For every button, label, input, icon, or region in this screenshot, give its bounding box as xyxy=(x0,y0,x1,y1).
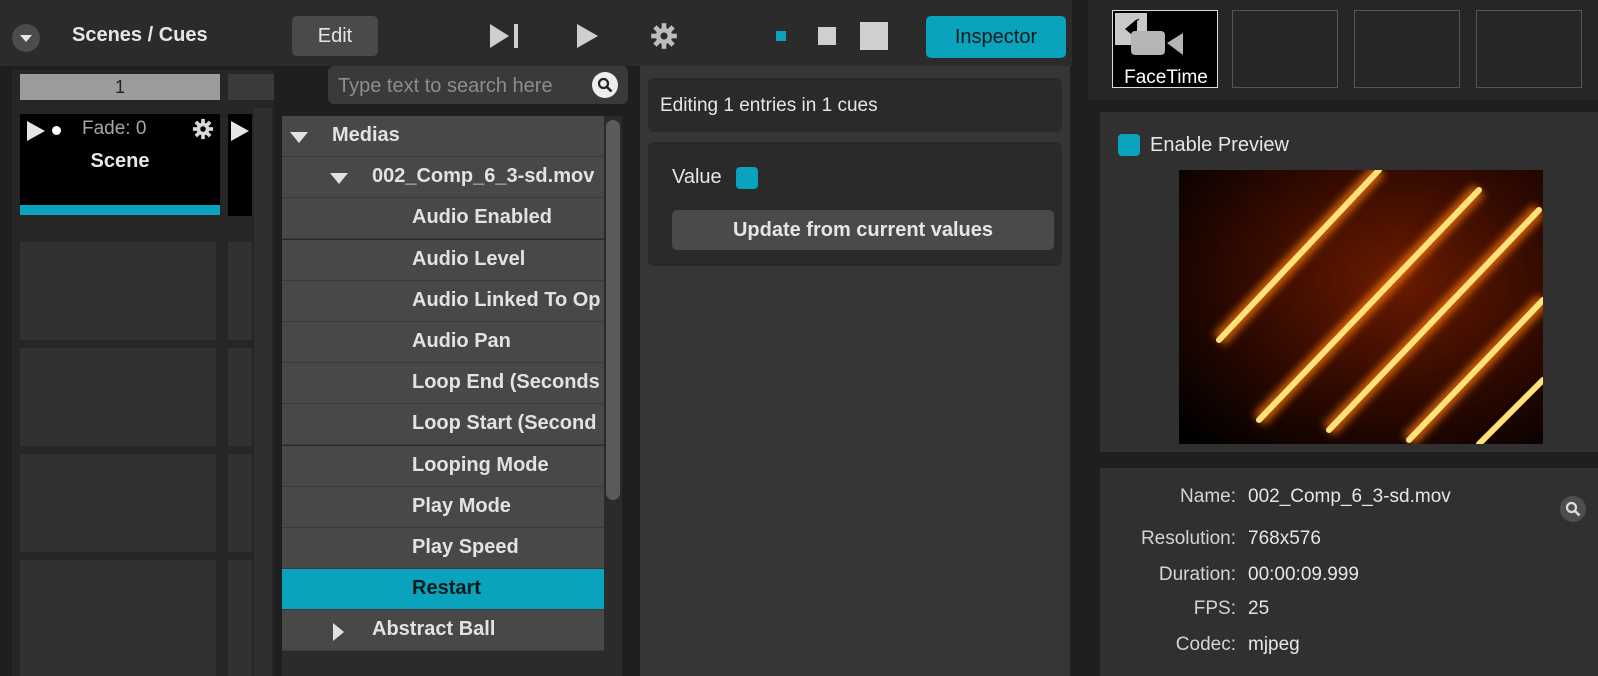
skip-next-icon xyxy=(490,24,518,48)
play-icon xyxy=(577,24,598,48)
tree-item-label: Restart xyxy=(412,577,481,600)
empty-scene-slot[interactable] xyxy=(228,454,252,552)
tree-item-label: Abstract Ball xyxy=(372,618,496,641)
tree-item-label: Medias xyxy=(332,124,400,146)
media-preview-image xyxy=(1179,170,1543,444)
inspector-button[interactable]: Inspector xyxy=(926,16,1066,58)
play-button[interactable] xyxy=(576,22,600,50)
scene-card[interactable]: Fade: 0 Scene xyxy=(20,114,220,212)
disclosure-open-icon[interactable] xyxy=(330,170,348,188)
scene-progress-bar xyxy=(20,205,220,215)
status-dot-icon xyxy=(52,126,61,135)
info-value: 768x576 xyxy=(1248,528,1321,549)
gear-icon[interactable] xyxy=(192,118,214,140)
info-key: Resolution: xyxy=(1140,528,1236,549)
tree-item[interactable]: Looping Mode xyxy=(282,445,604,487)
chevron-down-icon xyxy=(20,35,32,42)
tree-item-label: Looping Mode xyxy=(412,453,549,476)
info-key: Name: xyxy=(1180,486,1236,507)
tree-item[interactable]: Loop End (Seconds xyxy=(282,363,604,405)
gear-icon xyxy=(651,23,677,49)
scene-name: Scene xyxy=(90,150,150,172)
scenes-title: Scenes / Cues xyxy=(72,24,208,46)
edit-button[interactable]: Edit xyxy=(292,16,378,56)
tree-item-label: Audio Linked To Op xyxy=(412,288,601,311)
enable-preview-label: Enable Preview xyxy=(1150,134,1289,156)
tree-item[interactable]: Play Speed xyxy=(282,528,604,569)
tree-item-label: Play Mode xyxy=(412,494,511,517)
info-value: 00:00:09.999 xyxy=(1248,564,1359,585)
camera-icon xyxy=(1115,13,1183,55)
empty-source-thumbnail[interactable] xyxy=(1354,10,1460,88)
disclosure-open-icon[interactable] xyxy=(290,129,308,147)
collapse-scenes-button[interactable] xyxy=(12,24,40,52)
thumbnail-size-large-button[interactable] xyxy=(860,22,888,50)
tree-item[interactable]: Abstract Ball xyxy=(282,610,604,652)
parameter-tree: Medias 002_Comp_6_3-sd.mov Audio Enabled Au… xyxy=(282,116,622,676)
cue-tab-2[interactable] xyxy=(228,74,274,100)
scenes-scrollbar[interactable] xyxy=(254,108,272,676)
editing-summary: Editing 1 entries in 1 cues xyxy=(660,95,878,116)
info-key: Codec: xyxy=(1175,634,1236,655)
empty-scene-slot[interactable] xyxy=(228,560,252,676)
info-value: 25 xyxy=(1248,598,1270,619)
tree-item-label: Play Speed xyxy=(412,536,519,558)
info-key: FPS: xyxy=(1193,598,1236,619)
skip-next-button[interactable] xyxy=(489,22,521,50)
tree-item[interactable]: Play Mode xyxy=(282,486,604,528)
empty-scene-slot[interactable] xyxy=(228,348,252,446)
info-value: 002_Comp_6_3-sd.mov xyxy=(1248,486,1451,507)
empty-source-thumbnail[interactable] xyxy=(1476,10,1582,88)
empty-scene-slot[interactable] xyxy=(228,242,252,340)
tree-item[interactable]: Medias xyxy=(282,116,604,157)
tree-scrollbar[interactable] xyxy=(606,120,620,500)
search-icon[interactable] xyxy=(1560,496,1586,522)
info-key: Duration: xyxy=(1158,564,1236,585)
empty-scene-slot[interactable] xyxy=(20,454,216,552)
scene-card-2[interactable] xyxy=(228,114,252,216)
tree-item[interactable]: Audio Pan xyxy=(282,322,604,363)
facetime-label: FaceTime xyxy=(1124,67,1208,88)
empty-source-thumbnail[interactable] xyxy=(1232,10,1338,88)
tree-item-label: Loop End (Seconds xyxy=(412,371,600,394)
empty-scene-slot[interactable] xyxy=(20,560,216,676)
tree-item-label: Loop Start (Second xyxy=(412,412,597,435)
fade-label: Fade: 0 xyxy=(82,118,147,139)
tree-item[interactable]: Restart xyxy=(282,569,604,611)
play-icon[interactable] xyxy=(26,120,46,142)
cue-tab-1[interactable]: 1 xyxy=(20,74,220,100)
value-label: Value xyxy=(672,166,722,188)
tree-item[interactable]: 002_Comp_6_3-sd.mov xyxy=(282,157,604,199)
empty-scene-slot[interactable] xyxy=(20,242,216,340)
tree-item[interactable]: Loop Start (Second xyxy=(282,404,604,446)
search-box xyxy=(328,66,628,106)
tree-item[interactable]: Audio Level xyxy=(282,239,604,281)
tree-item-label: 002_Comp_6_3-sd.mov xyxy=(372,165,595,188)
tree-item[interactable]: Audio Enabled xyxy=(282,198,604,240)
search-icon[interactable] xyxy=(592,72,618,98)
thumbnail-size-medium-button[interactable] xyxy=(818,27,836,45)
tree-item[interactable]: Audio Linked To Op xyxy=(282,280,604,322)
search-input[interactable] xyxy=(336,66,590,106)
tree-item-label: Audio Enabled xyxy=(412,206,552,229)
settings-button[interactable] xyxy=(650,22,678,50)
thumbnail-size-small-button[interactable] xyxy=(776,31,786,41)
enable-preview-checkbox[interactable] xyxy=(1118,134,1140,156)
play-icon[interactable] xyxy=(230,120,250,142)
value-checkbox[interactable] xyxy=(736,167,758,189)
tree-item-label: Audio Level xyxy=(412,247,526,270)
facetime-source-thumbnail[interactable]: FaceTime xyxy=(1112,10,1218,88)
info-value: mjpeg xyxy=(1248,634,1300,655)
update-from-current-values-button[interactable]: Update from current values xyxy=(672,210,1054,250)
tree-item-label: Audio Pan xyxy=(412,330,511,352)
empty-scene-slot[interactable] xyxy=(20,348,216,446)
disclosure-closed-icon[interactable] xyxy=(330,623,348,642)
